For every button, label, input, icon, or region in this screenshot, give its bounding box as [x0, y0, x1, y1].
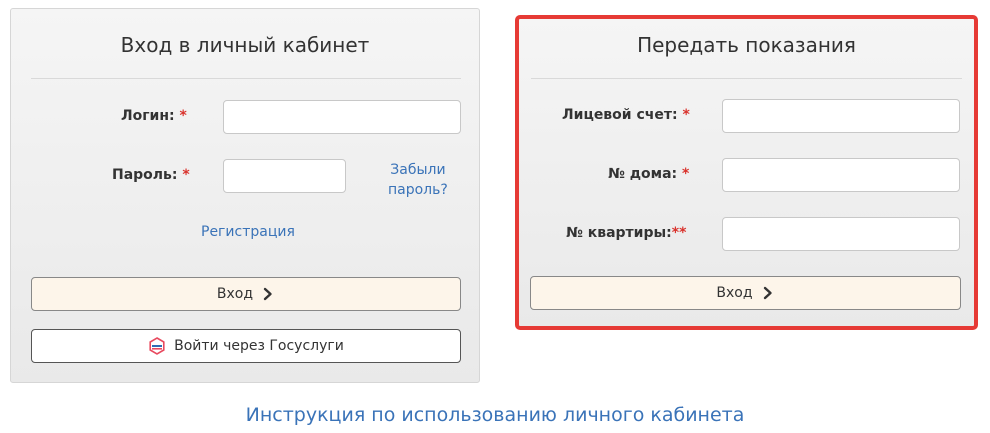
login-label: Логин:	[121, 108, 175, 124]
password-required-mark: *	[182, 167, 190, 183]
chevron-right-icon	[263, 287, 272, 301]
house-required-mark: *	[682, 166, 690, 182]
meter-divider	[531, 78, 962, 79]
password-input[interactable]	[223, 159, 346, 193]
account-required-mark: *	[682, 107, 690, 123]
meter-enter-button[interactable]: Вход	[530, 276, 961, 310]
password-label: Пароль:	[112, 167, 178, 183]
apartment-required-mark: **	[671, 225, 687, 241]
meter-readings-panel: Передать показания Лицевой счет: * № дом…	[515, 15, 978, 330]
apartment-input[interactable]	[722, 217, 960, 251]
login-input[interactable]	[223, 100, 461, 134]
instructions-link[interactable]: Инструкция по использованию личного каби…	[0, 404, 990, 426]
apartment-label-wrap: № квартиры:**	[566, 225, 686, 241]
gosuslugi-button[interactable]: Войти через Госуслуги	[31, 329, 461, 363]
login-enter-button[interactable]: Вход	[31, 277, 461, 311]
account-label: Лицевой счет:	[562, 107, 678, 123]
meter-panel-title: Передать показания	[637, 33, 856, 57]
forgot-password-line2: пароль?	[388, 182, 448, 198]
gosuslugi-logo-icon	[149, 337, 165, 355]
apartment-label: № квартиры:	[566, 225, 672, 241]
login-panel-title: Вход в личный кабинет	[120, 33, 370, 57]
password-label-wrap: Пароль: *	[112, 167, 190, 183]
house-label-wrap: № дома: *	[608, 166, 689, 182]
account-input[interactable]	[722, 99, 960, 133]
house-input[interactable]	[722, 158, 960, 192]
login-panel: Вход в личный кабинет Логин: * Пароль: *…	[10, 8, 480, 383]
meter-enter-label: Вход	[716, 285, 753, 301]
house-label: № дома:	[608, 166, 678, 182]
login-enter-label: Вход	[216, 286, 254, 302]
gosuslugi-label: Войти через Госуслуги	[174, 338, 344, 354]
forgot-password-link[interactable]: Забыли пароль?	[388, 160, 448, 200]
login-label-wrap: Логин: *	[121, 108, 187, 124]
account-label-wrap: Лицевой счет: *	[562, 107, 690, 123]
login-required-mark: *	[179, 108, 187, 124]
forgot-password-line1: Забыли	[390, 162, 446, 178]
login-divider	[31, 78, 461, 79]
register-link[interactable]: Регистрация	[201, 224, 295, 240]
chevron-right-icon	[763, 286, 772, 300]
